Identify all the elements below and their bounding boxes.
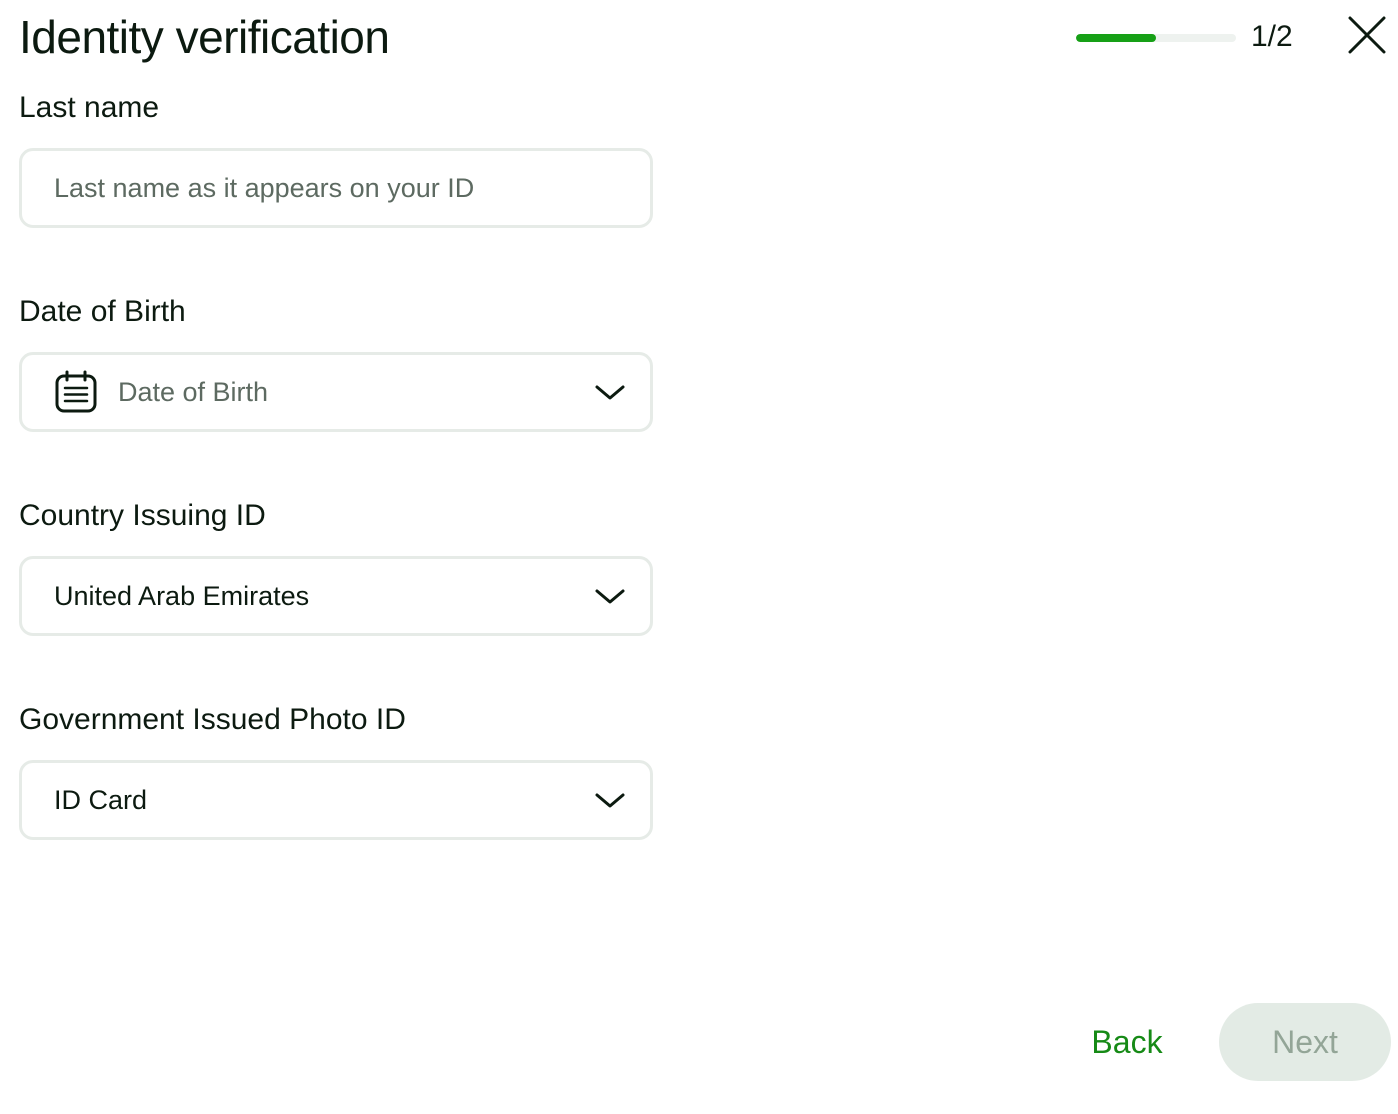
calendar-icon xyxy=(55,370,97,413)
last-name-field-wrapper xyxy=(19,148,653,228)
progress-bar xyxy=(1076,34,1236,42)
country-select[interactable]: United Arab Emirates xyxy=(19,556,653,636)
photo-id-select[interactable]: ID Card xyxy=(19,760,653,840)
last-name-input[interactable] xyxy=(22,151,650,225)
last-name-label: Last name xyxy=(19,91,160,124)
chevron-down-icon xyxy=(595,589,625,604)
country-label: Country Issuing ID xyxy=(19,499,266,532)
date-of-birth-placeholder: Date of Birth xyxy=(118,376,269,407)
identity-verification-page: Identity verification 1/2 Last name Date… xyxy=(0,0,1398,1114)
date-of-birth-select[interactable]: Date of Birth xyxy=(19,352,653,432)
page-title: Identity verification xyxy=(19,11,390,63)
next-button[interactable]: Next xyxy=(1219,1003,1391,1081)
photo-id-selected-value: ID Card xyxy=(54,784,148,815)
date-of-birth-label: Date of Birth xyxy=(19,295,186,328)
back-button[interactable]: Back xyxy=(1072,1006,1182,1078)
close-icon xyxy=(1348,16,1386,54)
photo-id-label: Government Issued Photo ID xyxy=(19,703,406,736)
country-selected-value: United Arab Emirates xyxy=(54,580,310,611)
step-counter: 1/2 xyxy=(1251,20,1293,53)
close-button[interactable] xyxy=(1344,12,1390,58)
progress-bar-fill xyxy=(1076,34,1156,42)
chevron-down-icon xyxy=(595,385,625,400)
chevron-down-icon xyxy=(595,793,625,808)
